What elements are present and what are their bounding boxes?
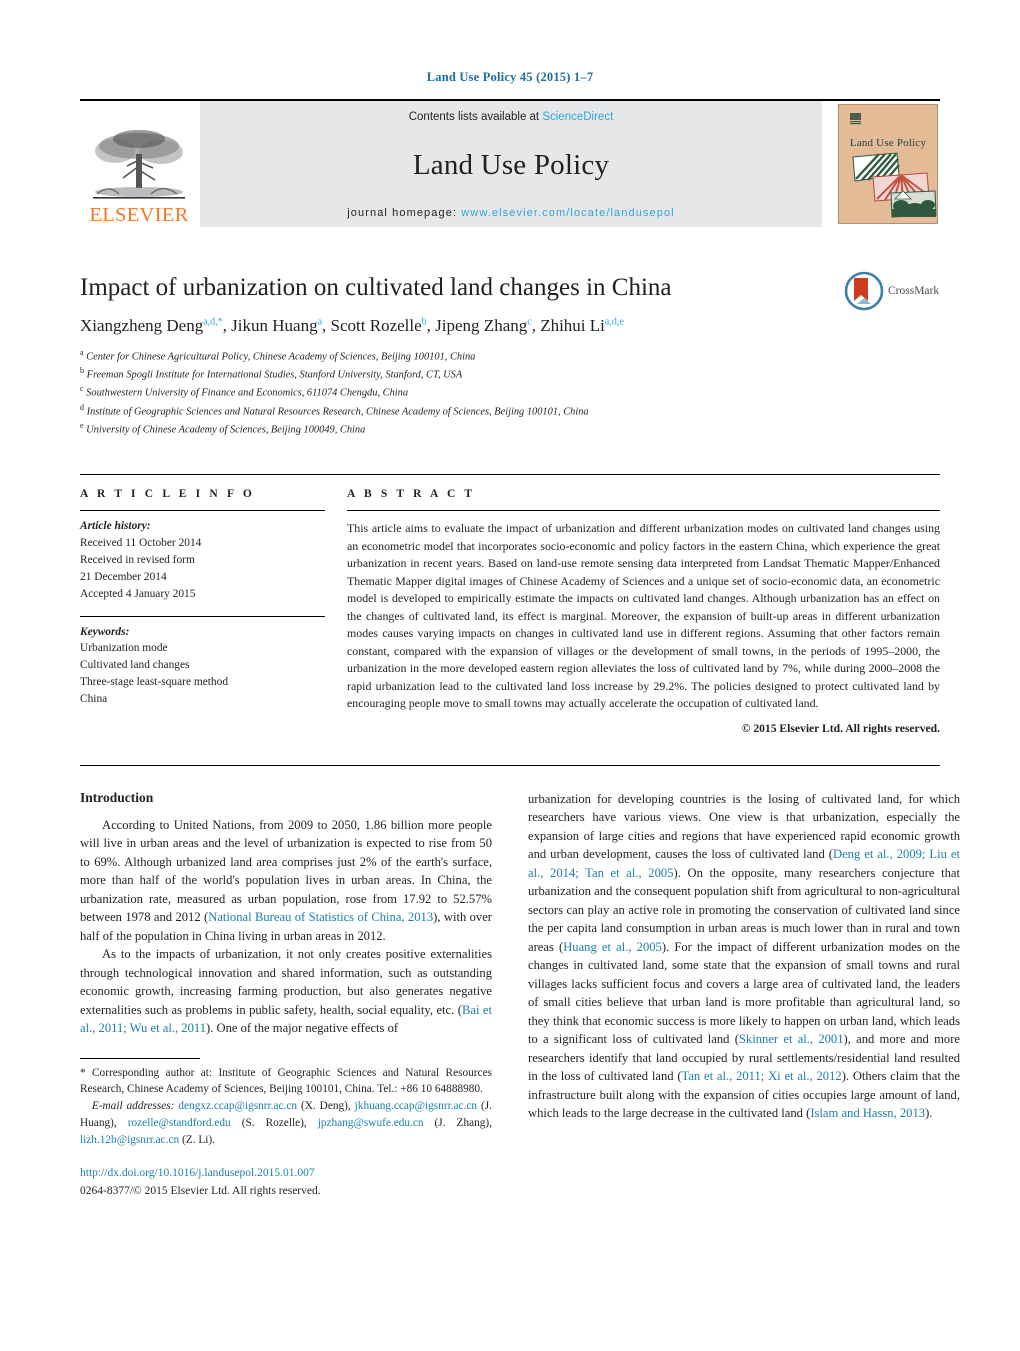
email-link[interactable]: dengxz.ccap@igsnrr.ac.cn xyxy=(178,1100,297,1112)
running-head: Land Use Policy 45 (2015) 1–7 xyxy=(426,70,594,84)
citation-link[interactable]: Huang et al., 2005 xyxy=(563,940,662,954)
corresponding-author-note: * Corresponding author at: Institute of … xyxy=(80,1066,492,1096)
email-owner: (X. Deng), xyxy=(300,1100,351,1113)
keywords-block: Keywords: Urbanization mode Cultivated l… xyxy=(80,617,325,708)
copyright-line: © 2015 Elsevier Ltd. All rights reserved… xyxy=(741,721,940,735)
affiliation-mark: a xyxy=(80,347,84,357)
author-list: Xiangzheng Denga,d,*, Jikun Huanga, Scot… xyxy=(80,315,624,335)
email-link[interactable]: jpzhang@swufe.edu.cn xyxy=(318,1117,424,1129)
body-column-right: urbanization for developing countries is… xyxy=(528,790,960,1200)
email-link[interactable]: jkhuang.ccap@igsnrr.ac.cn xyxy=(355,1100,477,1112)
affiliation-item: a Center for Chinese Agricultural Policy… xyxy=(80,347,940,365)
journal-masthead: ELSEVIER Contents lists available at Sci… xyxy=(80,99,940,227)
crossmark-icon xyxy=(844,271,884,311)
journal-cover-image: Land Use Policy xyxy=(838,104,938,224)
email-owner: (Z. Li). xyxy=(182,1133,215,1146)
article-body: Introduction According to United Nations… xyxy=(80,764,960,1200)
affiliation-text: Institute of Geographic Sciences and Nat… xyxy=(86,406,589,418)
journal-title: Land Use Policy xyxy=(412,148,610,181)
citation-link[interactable]: National Bureau of Statistics of China, … xyxy=(208,910,433,924)
affiliation-item: d Institute of Geographic Sciences and N… xyxy=(80,402,940,420)
contents-available-line: Contents lists available at ScienceDirec… xyxy=(409,111,614,123)
paragraph: According to United Nations, from 2009 t… xyxy=(80,817,492,943)
issn-copyright: 0264-8377/© 2015 Elsevier Ltd. All right… xyxy=(80,1184,321,1197)
elsevier-tree-icon xyxy=(93,129,185,199)
sciencedirect-link[interactable]: ScienceDirect xyxy=(542,111,613,123)
article-info-column: A R T I C L E I N F O Article history: R… xyxy=(80,475,325,735)
citation-link[interactable]: Bai et al., 2011; Wu et al., 2011 xyxy=(80,1003,492,1036)
email-owner: (S. Rozelle), xyxy=(241,1116,307,1129)
keyword-item: Three-stage least-square method xyxy=(80,676,229,689)
section-heading-introduction: Introduction xyxy=(80,789,154,805)
abstract-heading: A B S T R A C T xyxy=(347,488,476,501)
email-label: E-mail addresses: xyxy=(91,1100,175,1113)
masthead-center: Contents lists available at ScienceDirec… xyxy=(200,101,822,227)
page-title: Impact of urbanization on cultivated lan… xyxy=(80,274,672,301)
body-column-left: Introduction According to United Nations… xyxy=(80,790,492,1200)
article-page: Land Use Policy 45 (2015) 1–7 ELSEVIER C… xyxy=(0,0,1020,1351)
affiliation-list: a Center for Chinese Agricultural Policy… xyxy=(80,347,940,438)
affiliation-mark: b xyxy=(80,366,84,376)
crossmark-label: CrossMark xyxy=(888,285,940,297)
affiliation-item: e University of Chinese Academy of Scien… xyxy=(80,420,940,438)
title-block: Impact of urbanization on cultivated lan… xyxy=(80,271,940,438)
elsevier-wordmark: ELSEVIER xyxy=(89,203,189,226)
history-item: Received 11 October 2014 xyxy=(80,537,202,550)
info-abstract-section: A R T I C L E I N F O Article history: R… xyxy=(80,474,940,735)
affiliation-text: Freeman Spogli Institute for Internation… xyxy=(86,369,463,381)
history-item: 21 December 2014 xyxy=(80,570,167,583)
affiliation-text: Southwestern University of Finance and E… xyxy=(86,387,409,399)
citation-link[interactable]: Tan et al., 2011; Xi et al., 2012 xyxy=(682,1069,842,1083)
journal-cover-cell: Land Use Policy xyxy=(836,101,940,227)
affiliation-mark: e xyxy=(80,420,84,430)
email-owner: (J. Zhang), xyxy=(434,1116,492,1129)
affiliation-item: c Southwestern University of Finance and… xyxy=(80,383,940,401)
footnote-block: * Corresponding author at: Institute of … xyxy=(80,1057,492,1200)
abstract-column: A B S T R A C T This article aims to eva… xyxy=(347,475,940,735)
citation-link[interactable]: Deng et al., 2009; Liu et al., 2014; Tan… xyxy=(528,847,960,880)
email-addresses-note: E-mail addresses: dengxz.ccap@igsnrr.ac.… xyxy=(80,1098,492,1148)
paragraph: urbanization for developing countries is… xyxy=(528,791,961,1121)
keyword-item: Cultivated land changes xyxy=(80,659,190,672)
affiliation-item: b Freeman Spogli Institute for Internati… xyxy=(80,365,940,383)
article-history: Article history: Received 11 October 201… xyxy=(80,511,325,602)
journal-homepage-link[interactable]: www.elsevier.com/locate/landusepol xyxy=(461,207,675,219)
abstract-text: This article aims to evaluate the impact… xyxy=(347,521,940,711)
keywords-label: Keywords: xyxy=(80,625,130,638)
affiliation-mark: d xyxy=(80,402,84,412)
citation-link[interactable]: Skinner et al., 2001 xyxy=(739,1032,844,1046)
article-history-label: Article history: xyxy=(80,520,151,533)
journal-cover-artwork xyxy=(852,152,937,218)
history-item: Received in revised form xyxy=(80,553,195,566)
journal-homepage-line: journal homepage: www.elsevier.com/locat… xyxy=(347,207,674,219)
contents-prefix: Contents lists available at xyxy=(408,111,543,123)
affiliation-text: Center for Chinese Agricultural Policy, … xyxy=(86,351,476,363)
keyword-item: Urbanization mode xyxy=(80,642,168,655)
elsevier-logo: ELSEVIER xyxy=(80,101,198,227)
article-info-heading: A R T I C L E I N F O xyxy=(80,488,255,501)
history-item: Accepted 4 January 2015 xyxy=(80,587,196,600)
homepage-prefix: journal homepage: xyxy=(347,207,462,219)
email-link[interactable]: rozelle@standford.edu xyxy=(128,1117,231,1129)
doi-link[interactable]: http://dx.doi.org/10.1016/j.landusepol.2… xyxy=(80,1165,492,1182)
email-link[interactable]: lizh.12b@igsnrr.ac.cn xyxy=(80,1134,179,1146)
affiliation-text: University of Chinese Academy of Science… xyxy=(86,424,366,436)
affiliation-mark: c xyxy=(80,384,84,394)
crossmark-badge[interactable]: CrossMark xyxy=(844,269,940,313)
doi-block: http://dx.doi.org/10.1016/j.landusepol.2… xyxy=(80,1165,492,1200)
paragraph: As to the impacts of urbanization, it no… xyxy=(80,947,492,1036)
keyword-item: China xyxy=(80,693,108,706)
citation-link[interactable]: Islam and Hassn, 2013 xyxy=(810,1106,925,1120)
